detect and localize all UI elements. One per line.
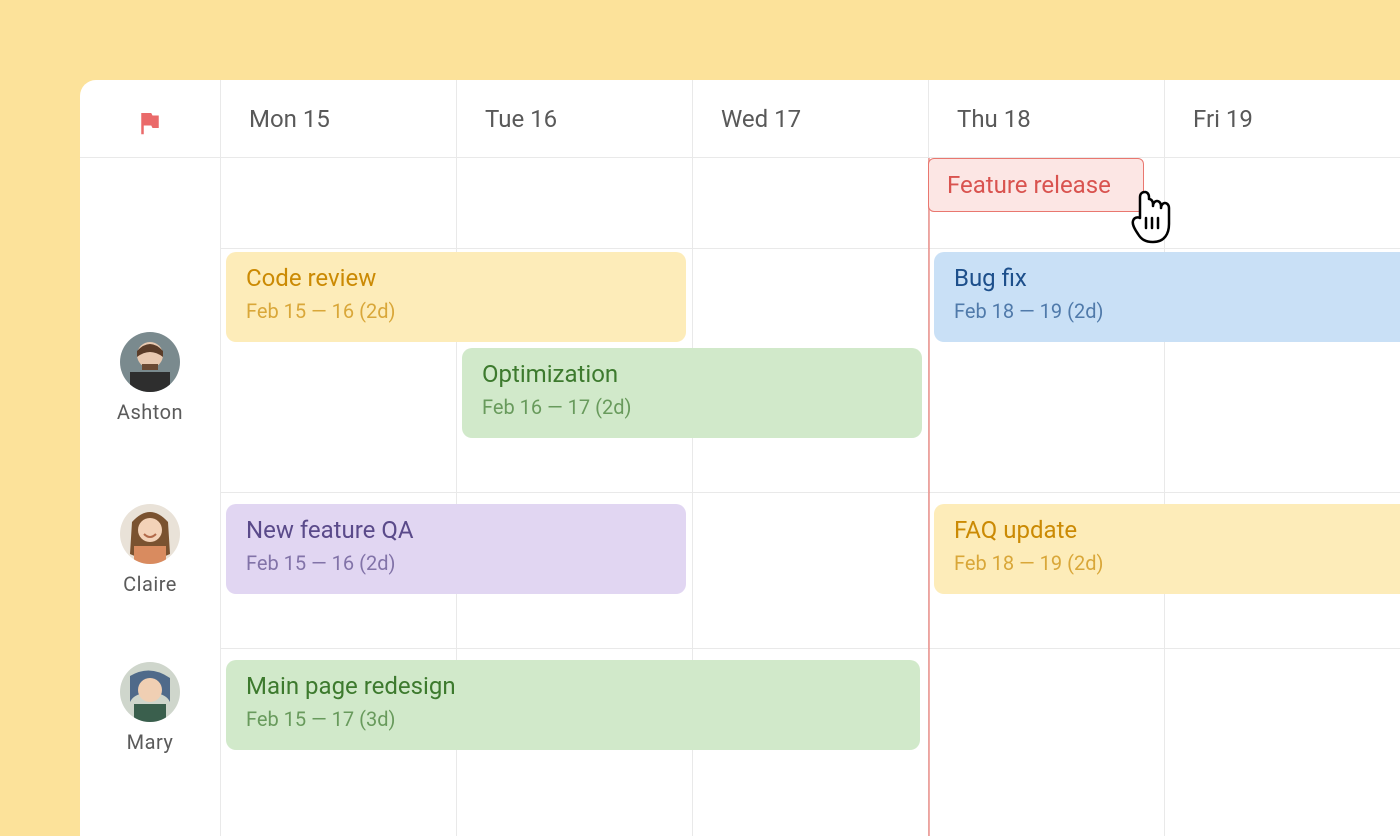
today-marker-line: [928, 158, 930, 836]
timeline-board: Mon 15 Tue 16 Wed 17 Thu 18 Fri 19: [80, 80, 1400, 836]
avatar: [120, 332, 180, 392]
event-subtitle: Feb 18 — 19 (2d): [954, 299, 1384, 323]
row-separator: [220, 648, 1400, 649]
event-title: FAQ update: [954, 516, 1384, 545]
resource-claire[interactable]: Claire: [80, 504, 220, 644]
resource-name: Claire: [123, 572, 177, 596]
event-title: Main page redesign: [246, 672, 900, 701]
day-header-fri[interactable]: Fri 19: [1164, 80, 1400, 157]
day-header-tue[interactable]: Tue 16: [456, 80, 692, 157]
event-main-page-redesign[interactable]: Main page redesign Feb 15 — 17 (3d): [226, 660, 920, 750]
event-subtitle: Feb 18 — 19 (2d): [954, 551, 1384, 575]
resource-mary[interactable]: Mary: [80, 662, 220, 802]
milestone-title: Feature release: [947, 171, 1111, 199]
event-title: New feature QA: [246, 516, 666, 545]
day-header-thu[interactable]: Thu 18: [928, 80, 1164, 157]
row-separator: [220, 492, 1400, 493]
avatar: [120, 662, 180, 722]
event-optimization[interactable]: Optimization Feb 16 — 17 (2d): [462, 348, 922, 438]
resource-name: Mary: [127, 730, 174, 754]
event-subtitle: Feb 15 — 17 (3d): [246, 707, 900, 731]
resource-name: Ashton: [117, 400, 183, 424]
milestones-row-icon-cell: [80, 80, 220, 170]
day-header-mon[interactable]: Mon 15: [220, 80, 456, 157]
day-header-row: Mon 15 Tue 16 Wed 17 Thu 18 Fri 19: [220, 80, 1400, 158]
row-separator: [220, 248, 1400, 249]
event-new-feature-qa[interactable]: New feature QA Feb 15 — 16 (2d): [226, 504, 686, 594]
event-code-review[interactable]: Code review Feb 15 — 16 (2d): [226, 252, 686, 342]
flag-icon: [135, 108, 165, 142]
event-subtitle: Feb 16 — 17 (2d): [482, 395, 902, 419]
avatar: [120, 504, 180, 564]
day-header-wed[interactable]: Wed 17: [692, 80, 928, 157]
resource-ashton[interactable]: Ashton: [80, 332, 220, 492]
event-bug-fix[interactable]: Bug fix Feb 18 — 19 (2d): [934, 252, 1400, 342]
event-faq-update[interactable]: FAQ update Feb 18 — 19 (2d): [934, 504, 1400, 594]
event-subtitle: Feb 15 — 16 (2d): [246, 551, 666, 575]
event-title: Code review: [246, 264, 666, 293]
event-title: Bug fix: [954, 264, 1384, 293]
event-subtitle: Feb 15 — 16 (2d): [246, 299, 666, 323]
event-title: Optimization: [482, 360, 902, 389]
milestone-feature-release[interactable]: Feature release: [928, 158, 1144, 212]
